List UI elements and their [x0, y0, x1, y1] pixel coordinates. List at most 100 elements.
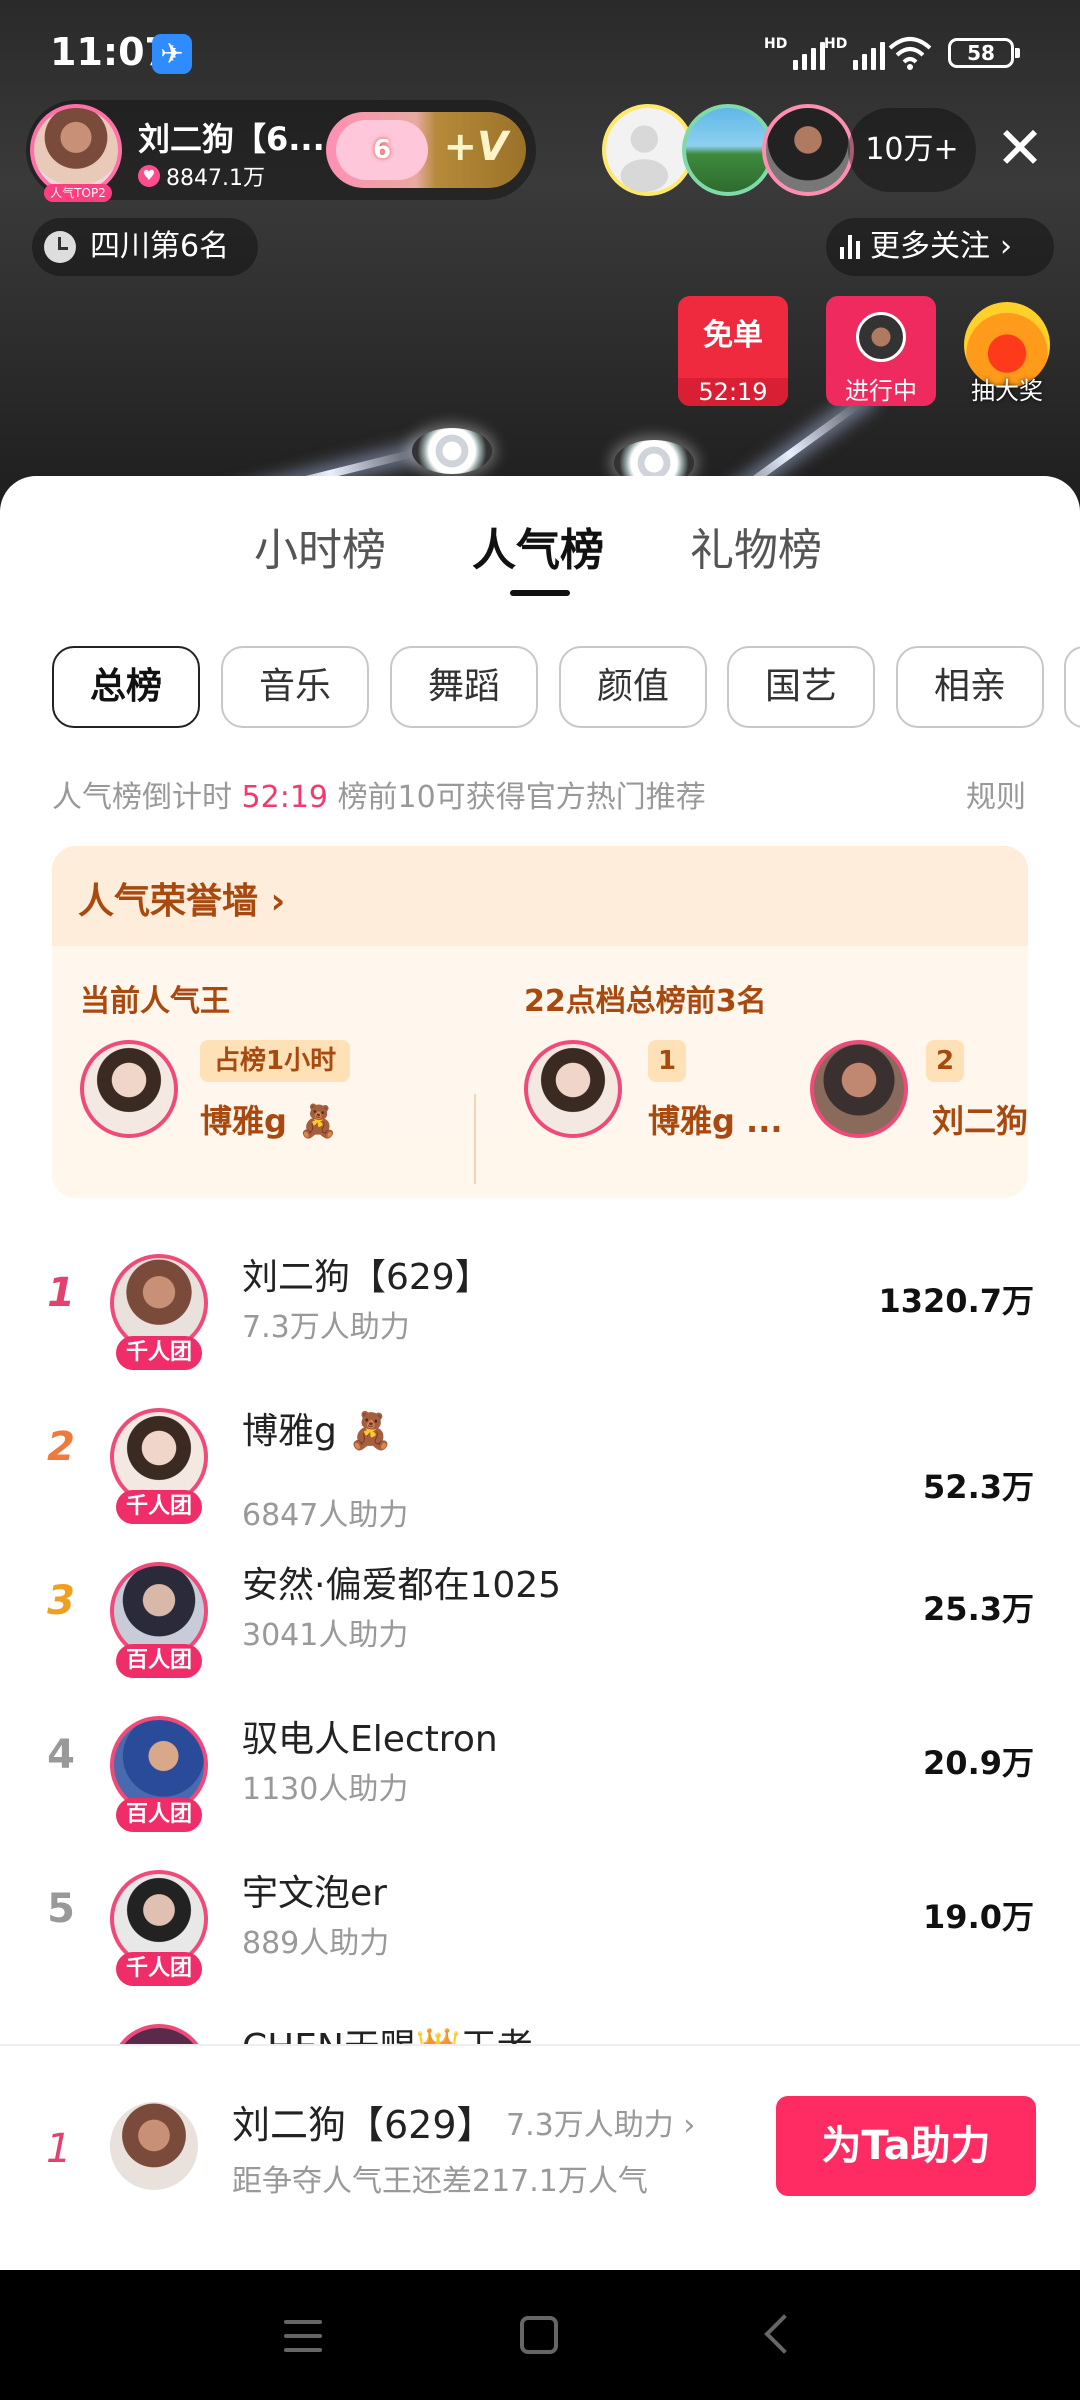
recent-apps-icon[interactable]: [284, 2320, 322, 2352]
ranking-helpers: 6847人助力: [242, 1498, 409, 1533]
my-rank-name: 刘二狗【629】: [232, 2103, 495, 2147]
my-rank-avatar[interactable]: [110, 2102, 198, 2190]
countdown-text: 人气榜倒计时 52:19 榜前10可获得官方热门推荐: [52, 780, 706, 815]
location-rank[interactable]: 四川第6名: [32, 218, 258, 276]
signal-icon: HD: [824, 36, 886, 70]
ongoing-label: 进行中: [845, 377, 917, 405]
group-tag: 千人团: [116, 1336, 202, 1370]
host-name[interactable]: 刘二狗【6...: [138, 114, 325, 160]
ranking-row[interactable]: 1 千人团 刘二狗【629】 7.3万人助力 1320.7万: [0, 1236, 1080, 1390]
ranking-row[interactable]: 3 百人团 安然·偏爱都在1025 3041人助力 25.3万: [0, 1544, 1080, 1698]
tab-gift[interactable]: 礼物榜: [690, 514, 822, 578]
viewer-avatar[interactable]: [762, 104, 854, 196]
ranking-value: 19.0万: [923, 1898, 1034, 1936]
ranking-name: 刘二狗【629】: [242, 1257, 491, 1298]
back-icon[interactable]: [764, 2314, 804, 2354]
chip-national-art[interactable]: 国艺: [727, 646, 875, 728]
fan-level: 6: [336, 120, 428, 180]
ranking-name: 宇文泡er: [242, 1873, 387, 1914]
ranking-value: 25.3万: [923, 1590, 1034, 1628]
clock-icon: [44, 231, 76, 263]
host-rank-tag: 人气TOP2: [44, 184, 112, 202]
my-rank-helpers[interactable]: 7.3万人助力 ›: [506, 2100, 695, 2144]
top1-name: 博雅g ...: [648, 1102, 783, 1140]
top3-title: 22点档总榜前3名: [524, 984, 767, 1019]
ranking-value: 52.3万: [923, 1468, 1034, 1506]
ongoing-promo[interactable]: 进行中: [826, 296, 936, 406]
ranking-name: 安然·偏爱都在1025: [242, 1565, 562, 1606]
status-bar: 11:07 ✈ HD HD 58: [0, 0, 1080, 108]
my-rank-number: 1: [46, 2126, 72, 2172]
divider: [474, 1094, 476, 1184]
spotlight: [412, 428, 492, 474]
ranking-row[interactable]: 4 百人团 驭电人Electron 1130人助力 20.9万: [0, 1698, 1080, 1852]
support-button[interactable]: 为Ta助力: [776, 2096, 1036, 2196]
top1-rank: 1: [648, 1040, 687, 1082]
top2-rank: 2: [926, 1040, 965, 1082]
wifi-icon: [888, 37, 932, 70]
heart-icon: ♥: [138, 165, 160, 187]
ranking-row[interactable]: 2 千人团 博雅g 🧸 6847人助力 52.3万: [0, 1390, 1080, 1544]
rank-number: 1: [47, 1270, 75, 1316]
viewer-avatar[interactable]: [602, 104, 694, 196]
app-notification-icon: ✈: [152, 34, 192, 74]
chip-more[interactable]: [1064, 646, 1080, 728]
lottery-label: 抽大奖: [971, 377, 1043, 405]
group-tag: 百人团: [116, 1798, 202, 1832]
current-king-avatar[interactable]: [80, 1040, 178, 1138]
battery-icon: 58: [948, 38, 1020, 68]
chip-overall[interactable]: 总榜: [52, 646, 200, 728]
rank-number: 5: [47, 1886, 75, 1932]
rules-link[interactable]: 规则: [966, 772, 1026, 816]
chevron-right-icon: ›: [1000, 229, 1012, 264]
ranking-helpers: 3041人助力: [242, 1618, 409, 1653]
current-king-duration: 占榜1小时: [200, 1040, 351, 1082]
ranking-helpers: 7.3万人助力: [242, 1310, 410, 1345]
more-follow-button[interactable]: 更多关注 ›: [826, 218, 1054, 276]
current-king-title: 当前人气王: [80, 984, 230, 1019]
ranking-helpers: 889人助力: [242, 1926, 390, 1961]
ranking-helpers: 1130人助力: [242, 1772, 409, 1807]
viewer-count[interactable]: 10万+: [848, 108, 976, 192]
honor-wall[interactable]: 人气荣誉墙 › 当前人气王 占榜1小时 博雅g 🧸 22点档总榜前3名 1 博雅…: [52, 846, 1028, 1198]
fan-badge-suffix: +V: [443, 124, 508, 170]
chip-dance[interactable]: 舞蹈: [390, 646, 538, 728]
chip-looks[interactable]: 颜值: [559, 646, 707, 728]
fan-club-badge[interactable]: 6 +V: [326, 112, 526, 188]
free-order-promo[interactable]: 免单 52:19: [678, 296, 788, 406]
active-tab-indicator: [510, 590, 570, 596]
free-order-timer: 52:19: [678, 378, 788, 406]
rank-number: 2: [47, 1424, 75, 1470]
free-order-label: 免单: [703, 318, 763, 353]
chip-music[interactable]: 音乐: [221, 646, 369, 728]
countdown-time: 52:19: [241, 780, 329, 815]
top1-avatar[interactable]: [524, 1040, 622, 1138]
my-rank-gap: 距争夺人气王还差217.1万人气: [232, 2164, 648, 2199]
close-icon[interactable]: ✕: [990, 118, 1050, 178]
tab-popularity[interactable]: 人气榜: [472, 514, 604, 578]
ranking-value: 20.9万: [923, 1744, 1034, 1782]
system-nav-bar: [0, 2270, 1080, 2400]
ranking-sheet: 小时榜 人气榜 礼物榜 总榜 音乐 舞蹈 颜值 国艺 相亲 人气榜倒计时 52:…: [0, 476, 1080, 2270]
honor-wall-title[interactable]: 人气荣誉墙 ›: [78, 872, 285, 924]
viewer-avatar[interactable]: [682, 104, 774, 196]
rank-number: 3: [47, 1578, 75, 1624]
tab-hourly[interactable]: 小时榜: [254, 514, 386, 578]
promo-avatar: [856, 312, 906, 362]
top2-avatar[interactable]: [810, 1040, 908, 1138]
ranking-value: 1320.7万: [878, 1282, 1035, 1320]
default-avatar-icon: [620, 125, 669, 192]
lottery-promo[interactable]: 抽大奖: [952, 296, 1062, 406]
group-tag: 千人团: [116, 1952, 202, 1986]
current-king-name: 博雅g 🧸: [200, 1102, 338, 1140]
rank-number: 4: [47, 1732, 75, 1778]
ranking-name: 博雅g 🧸: [242, 1411, 394, 1452]
ranking-row[interactable]: 5 千人团 宇文泡er 889人助力 19.0万: [0, 1852, 1080, 2006]
top2-name: 刘二狗: [932, 1102, 1028, 1140]
home-icon[interactable]: [520, 2316, 558, 2354]
my-rank-bar: 1 刘二狗【629】 7.3万人助力 › 距争夺人气王还差217.1万人气 为T…: [0, 2044, 1080, 2270]
group-tag: 百人团: [116, 1644, 202, 1678]
chip-dating[interactable]: 相亲: [896, 646, 1044, 728]
ranking-tabs: 小时榜 人气榜 礼物榜: [0, 514, 1080, 594]
host-avatar[interactable]: [30, 104, 122, 196]
